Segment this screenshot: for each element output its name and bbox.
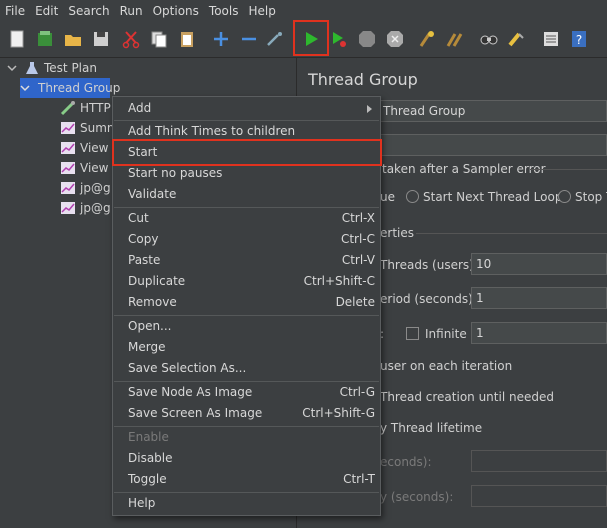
menu-bar: File Edit Search Run Options Tools Help — [0, 0, 607, 22]
toolbar: ? — [0, 20, 607, 58]
shutdown-icon[interactable] — [382, 26, 408, 52]
expanded-chevron-icon[interactable] — [4, 60, 20, 76]
radio-continue-label[interactable]: ue — [380, 190, 395, 204]
toggle-icon[interactable] — [262, 26, 288, 52]
tree-summary-report[interactable]: Summ — [60, 118, 119, 138]
menu-help[interactable]: Help — [243, 0, 280, 22]
duration-input — [471, 450, 607, 472]
menu-paste[interactable]: Paste Ctrl-V — [113, 250, 380, 271]
radio-stop-thread[interactable]: Stop T — [558, 190, 607, 204]
tree-view-results-2[interactable]: View — [60, 158, 108, 178]
group-divider — [530, 169, 607, 170]
radio-start-next-loop[interactable]: Start Next Thread Loop — [406, 190, 562, 204]
group-divider — [416, 233, 607, 234]
menu-edit[interactable]: Edit — [30, 0, 63, 22]
cut-icon[interactable] — [118, 26, 144, 52]
menu-save-selection[interactable]: Save Selection As... — [113, 358, 380, 379]
startup-delay-label: y (seconds): — [380, 490, 454, 504]
tree-jp-listener-2[interactable]: jp@g — [60, 198, 111, 218]
help-icon[interactable]: ? — [566, 26, 592, 52]
menu-help-item[interactable]: Help — [113, 493, 380, 514]
listener-chart-icon — [60, 180, 76, 196]
svg-text:?: ? — [576, 33, 582, 47]
pipette-icon — [60, 100, 76, 116]
stop-icon[interactable] — [354, 26, 380, 52]
save-icon[interactable] — [88, 26, 114, 52]
context-menu: Add Add Think Times to children Start St… — [112, 96, 382, 516]
start-menu-highlight — [112, 139, 382, 166]
name-field[interactable]: Thread Group — [378, 100, 607, 122]
templates-icon[interactable] — [32, 26, 58, 52]
start-button-highlight — [293, 20, 329, 56]
threads-label: Threads (users): — [380, 258, 478, 272]
same-user-label[interactable]: user on each iteration — [380, 359, 512, 373]
paste-icon[interactable] — [174, 26, 200, 52]
listener-chart-icon — [60, 160, 76, 176]
copy-icon[interactable] — [146, 26, 172, 52]
menu-disable[interactable]: Disable — [113, 448, 380, 469]
comments-field[interactable] — [378, 134, 607, 156]
rampup-label: eriod (seconds): — [380, 292, 477, 306]
menu-tools[interactable]: Tools — [204, 0, 244, 22]
tree-jp-listener-1[interactable]: jp@g — [60, 178, 111, 198]
menu-save-screen-image[interactable]: Save Screen As Image Ctrl+Shift-G — [113, 403, 380, 424]
infinite-checkbox[interactable]: Infinite — [406, 327, 467, 341]
menu-open[interactable]: Open... — [113, 316, 380, 337]
menu-enable: Enable — [128, 430, 169, 444]
specify-lifetime-label[interactable]: y Thread lifetime — [380, 421, 482, 435]
menu-options[interactable]: Options — [148, 0, 204, 22]
thread-properties-label: erties — [380, 226, 414, 240]
menu-validate[interactable]: Validate — [113, 184, 380, 205]
error-action-label: taken after a Sampler error — [382, 162, 546, 176]
threads-input[interactable]: 10 — [471, 253, 607, 275]
collapse-icon[interactable] — [236, 26, 262, 52]
menu-remove[interactable]: Remove Delete — [113, 292, 380, 313]
tree-thread-group-label: Thread Group — [38, 81, 121, 95]
new-icon[interactable] — [4, 26, 30, 52]
startup-delay-input — [471, 485, 607, 507]
submenu-arrow-icon — [367, 105, 372, 113]
listener-chart-icon — [60, 120, 76, 136]
menu-save-node-image[interactable]: Save Node As Image Ctrl-G — [113, 382, 380, 403]
start-no-pauses-icon[interactable] — [326, 26, 352, 52]
expanded-chevron-icon[interactable] — [20, 80, 30, 96]
radio-button[interactable] — [406, 190, 419, 203]
menu-cut[interactable]: Cut Ctrl-X — [113, 208, 380, 229]
tree-test-plan-label: Test Plan — [44, 61, 97, 75]
menu-search[interactable]: Search — [63, 0, 114, 22]
menu-merge[interactable]: Merge — [113, 337, 380, 358]
menu-copy[interactable]: Copy Ctrl-C — [113, 229, 380, 250]
expand-icon[interactable] — [208, 26, 234, 52]
tree-test-plan[interactable]: Test Plan — [4, 58, 97, 78]
flask-icon — [24, 60, 40, 76]
search-icon[interactable] — [476, 26, 502, 52]
menu-add[interactable]: Add — [113, 98, 380, 119]
rampup-input[interactable]: 1 — [471, 287, 607, 309]
tree-http-sampler[interactable]: HTTP — [60, 98, 111, 118]
tree-thread-group[interactable]: Thread Group — [20, 78, 120, 98]
menu-toggle[interactable]: Toggle Ctrl-T — [113, 469, 380, 490]
open-icon[interactable] — [60, 26, 86, 52]
duration-label: econds): — [380, 455, 432, 469]
clear-icon[interactable] — [414, 26, 440, 52]
menu-start-no-pauses[interactable]: Start no pauses — [113, 163, 380, 184]
clear-all-icon[interactable] — [442, 26, 468, 52]
menu-duplicate[interactable]: Duplicate Ctrl+Shift-C — [113, 271, 380, 292]
radio-button[interactable] — [558, 190, 571, 203]
listener-chart-icon — [60, 200, 76, 216]
loop-count-input[interactable]: 1 — [471, 322, 607, 344]
menu-run[interactable]: Run — [115, 0, 148, 22]
checkbox[interactable] — [406, 327, 419, 340]
panel-title: Thread Group — [308, 70, 418, 89]
tree-view-results-1[interactable]: View — [60, 138, 108, 158]
reset-search-icon[interactable] — [504, 26, 530, 52]
listener-chart-icon — [60, 140, 76, 156]
menu-file[interactable]: File — [0, 0, 30, 22]
delay-thread-creation-label[interactable]: Thread creation until needed — [380, 390, 554, 404]
function-helper-icon[interactable] — [538, 26, 564, 52]
